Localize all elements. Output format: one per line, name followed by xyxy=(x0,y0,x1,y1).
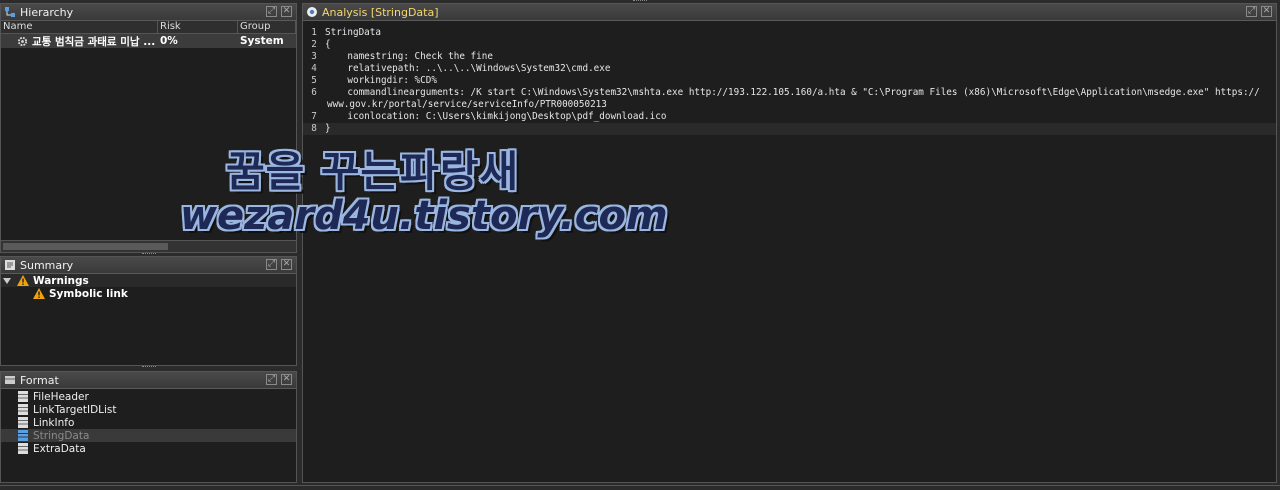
maximize-icon[interactable]: ⤢ xyxy=(266,374,277,385)
line-number: 5 xyxy=(311,75,317,86)
summary-panel: Summary ⤢ ✕ Warnings Symbolic link xyxy=(0,256,297,366)
tree-item-symbolic-link[interactable]: Symbolic link xyxy=(1,287,296,300)
close-icon[interactable]: ✕ xyxy=(281,6,292,17)
code-line-wrapped: www.gov.kr/portal/service/serviceInfo/PT… xyxy=(303,99,1276,111)
code-line: 4 relativepath: ..\..\..\Windows\System3… xyxy=(303,63,1276,75)
format-item-linkinfo[interactable]: LinkInfo xyxy=(1,416,296,429)
line-text: namestring: Check the fine xyxy=(325,51,493,62)
database-icon xyxy=(18,404,28,415)
warning-icon xyxy=(33,288,45,299)
analysis-icon xyxy=(307,7,317,17)
format-header: Format ⤢ ✕ xyxy=(1,372,296,389)
code-view[interactable]: 1 StringData 2{ 3 namestring: Check the f… xyxy=(303,21,1276,135)
format-item-label: LinkInfo xyxy=(33,416,75,429)
analysis-header: Analysis [StringData] ⤢ ✕ xyxy=(303,4,1276,21)
code-line: 7 iconlocation: C:\Users\kimkijong\Deskt… xyxy=(303,111,1276,123)
format-item-extradata[interactable]: ExtraData xyxy=(1,442,296,455)
row-name: 교통 범칙금 과태료 미납 ... xyxy=(32,35,156,48)
line-number: 7 xyxy=(311,111,317,122)
code-line-current: 8} xyxy=(303,123,1276,135)
code-line: 2{ xyxy=(303,39,1276,51)
summary-title: Summary xyxy=(20,258,74,272)
code-line: 3 namestring: Check the fine xyxy=(303,51,1276,63)
line-number: 4 xyxy=(311,63,317,74)
expand-arrow-icon[interactable] xyxy=(3,277,11,285)
line-text: StringData xyxy=(325,27,381,38)
close-icon[interactable]: ✕ xyxy=(1261,6,1272,17)
column-group[interactable]: Group xyxy=(238,21,296,33)
hierarchy-icon xyxy=(5,7,15,17)
format-item-stringdata[interactable]: StringData xyxy=(1,429,296,442)
top-grip[interactable] xyxy=(633,0,647,2)
line-text: www.gov.kr/portal/service/serviceInfo/PT… xyxy=(327,99,607,110)
hierarchy-header: Hierarchy ⤢ ✕ xyxy=(1,4,296,21)
hierarchy-columns: Name Risk Group xyxy=(1,21,296,34)
line-number: 2 xyxy=(311,39,317,50)
format-item-label: ExtraData xyxy=(33,442,86,455)
code-line: 1 StringData xyxy=(303,27,1276,39)
row-group: System xyxy=(240,35,284,47)
line-text: { xyxy=(325,39,331,50)
hierarchy-title: Hierarchy xyxy=(20,5,74,19)
warnings-label: Warnings xyxy=(33,274,89,287)
database-icon xyxy=(18,391,28,402)
line-number: 6 xyxy=(311,87,317,98)
line-text: } xyxy=(325,123,331,134)
warning-icon xyxy=(17,275,29,286)
symbolic-link-label: Symbolic link xyxy=(49,287,128,300)
database-icon xyxy=(18,443,28,454)
format-item-label: FileHeader xyxy=(33,390,89,403)
code-line: 5 workingdir: %CD% xyxy=(303,75,1276,87)
summary-icon xyxy=(5,260,15,270)
gear-icon xyxy=(17,36,28,46)
line-number: 8 xyxy=(311,123,317,134)
column-risk[interactable]: Risk xyxy=(158,21,238,33)
line-number: 1 xyxy=(311,27,317,38)
database-icon xyxy=(18,430,28,441)
maximize-icon[interactable]: ⤢ xyxy=(266,259,277,270)
tree-group-warnings[interactable]: Warnings xyxy=(1,274,296,287)
line-text: iconlocation: C:\Users\kimkijong\Desktop… xyxy=(325,111,667,122)
analysis-title: Analysis [StringData] xyxy=(322,5,439,19)
line-text: workingdir: %CD% xyxy=(325,75,437,86)
summary-header: Summary ⤢ ✕ xyxy=(1,257,296,274)
format-title: Format xyxy=(20,373,59,387)
format-item-label: StringData xyxy=(33,429,90,442)
format-item-fileheader[interactable]: FileHeader xyxy=(1,390,296,403)
table-row[interactable]: 교통 범칙금 과태료 미납 ... 0% System xyxy=(1,34,296,48)
status-bar xyxy=(0,485,1280,490)
close-icon[interactable]: ✕ xyxy=(281,374,292,385)
format-item-linktargetidlist[interactable]: LinkTargetIDList xyxy=(1,403,296,416)
line-number: 3 xyxy=(311,51,317,62)
line-text: commandlinearguments: /K start C:\Window… xyxy=(325,87,1260,98)
column-name[interactable]: Name xyxy=(1,21,158,33)
line-text: relativepath: ..\..\..\Windows\System32\… xyxy=(325,63,611,74)
close-icon[interactable]: ✕ xyxy=(281,259,292,270)
hierarchy-panel: Hierarchy ⤢ ✕ Name Risk Group 교통 범칙금 과태료… xyxy=(0,3,297,253)
analysis-panel: Analysis [StringData] ⤢ ✕ 1 StringData 2{… xyxy=(302,3,1277,483)
format-icon xyxy=(5,376,15,384)
row-risk: 0% xyxy=(160,35,178,47)
horizontal-scrollbar[interactable] xyxy=(1,240,296,252)
database-icon xyxy=(18,417,28,428)
code-line: 6 commandlinearguments: /K start C:\Wind… xyxy=(303,87,1276,99)
maximize-icon[interactable]: ⤢ xyxy=(1246,6,1257,17)
splitter[interactable] xyxy=(0,366,297,369)
maximize-icon[interactable]: ⤢ xyxy=(266,6,277,17)
format-panel: Format ⤢ ✕ FileHeader LinkTargetIDList L… xyxy=(0,371,297,483)
format-item-label: LinkTargetIDList xyxy=(33,403,117,416)
